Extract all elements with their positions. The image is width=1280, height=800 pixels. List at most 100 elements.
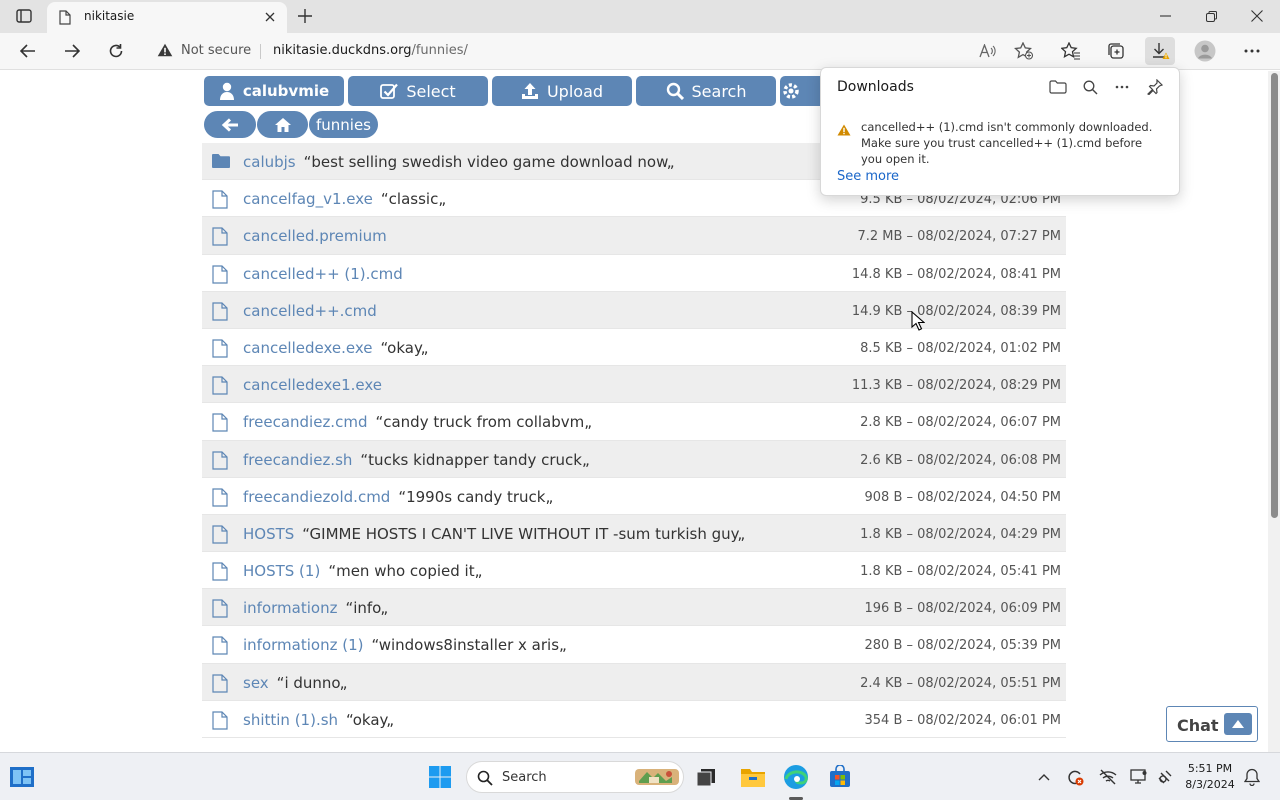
file-row[interactable]: shittin (1).sh “okay„ 354 B – 08/02/2024, …	[202, 701, 1066, 738]
file-name-wrap: HOSTS (1) “men who copied it„	[243, 562, 482, 580]
close-icon	[265, 12, 275, 22]
tray-app-button[interactable]	[1066, 768, 1084, 786]
file-row[interactable]: HOSTS (1) “men who copied it„ 1.8 KB – 08/…	[202, 552, 1066, 590]
file-name[interactable]: freecandiezold.cmd	[243, 488, 390, 506]
display-icon	[1130, 769, 1147, 784]
see-more-link[interactable]: See more	[837, 169, 899, 184]
chat-expand-button[interactable]	[1224, 713, 1252, 735]
network-button[interactable]	[1099, 768, 1117, 786]
search-button[interactable]: Search	[636, 76, 776, 106]
widgets-button[interactable]	[8, 763, 36, 791]
display-button[interactable]	[1130, 768, 1148, 786]
file-name[interactable]: cancelledexe.exe	[243, 339, 373, 357]
file-name[interactable]: cancelled++.cmd	[243, 302, 377, 320]
minimize-button[interactable]	[1142, 0, 1188, 32]
downloads-button[interactable]	[1145, 37, 1175, 65]
file-name[interactable]: HOSTS	[243, 525, 294, 543]
file-meta: 7.2 MB – 08/02/2024, 07:27 PM	[857, 229, 1061, 245]
new-tab-button[interactable]	[293, 5, 317, 27]
chat-widget[interactable]: Chat	[1166, 706, 1258, 742]
page-scrollbar[interactable]	[1268, 71, 1280, 752]
file-name[interactable]: cancelledexe1.exe	[243, 376, 382, 394]
profile-button[interactable]	[1190, 37, 1220, 65]
upload-button[interactable]: Upload	[492, 76, 632, 106]
breadcrumb-label: funnies	[315, 115, 371, 134]
close-window-button[interactable]	[1234, 0, 1280, 32]
file-name[interactable]: cancelfag_v1.exe	[243, 190, 373, 208]
file-icon-wrap	[212, 227, 228, 250]
file-row[interactable]: sex “i dunno„ 2.4 KB – 08/02/2024, 05:51 P…	[202, 663, 1066, 701]
store-button[interactable]	[826, 763, 854, 791]
file-name[interactable]: shittin (1).sh	[243, 711, 338, 729]
url-path: /funnies/	[411, 43, 468, 58]
task-view-button[interactable]	[692, 763, 720, 791]
back-button[interactable]	[13, 37, 43, 65]
file-row[interactable]: cancelledexe.exe “okay„ 8.5 KB – 08/02/202…	[202, 329, 1066, 367]
file-row[interactable]: freecandiezold.cmd “1990s candy truck„ 908…	[202, 478, 1066, 515]
file-row[interactable]: informationz (1) “windows8installer x ari…	[202, 626, 1066, 664]
forward-button[interactable]	[57, 37, 87, 65]
file-row[interactable]: freecandiez.cmd “candy truck from collabv…	[202, 403, 1066, 441]
search-icon	[666, 82, 684, 100]
breadcrumb-current[interactable]: funnies	[309, 111, 378, 138]
favorites-button[interactable]	[1056, 37, 1086, 65]
file-name[interactable]: informationz (1)	[243, 636, 363, 654]
file-row[interactable]: cancelled++ (1).cmd 14.8 KB – 08/02/2024,…	[202, 255, 1066, 292]
open-downloads-folder-button[interactable]	[1047, 77, 1069, 97]
file-meta: 280 B – 08/02/2024, 05:39 PM	[864, 638, 1061, 654]
taskbar: Search 5:51 PM 8/3/2024	[0, 752, 1280, 800]
edge-button[interactable]	[782, 763, 810, 791]
security-label[interactable]: Not secure	[181, 43, 251, 58]
settings-more-button[interactable]	[1237, 37, 1267, 65]
search-highlight-icon	[635, 769, 679, 785]
select-button[interactable]: Select	[348, 76, 488, 106]
file-name[interactable]: calubjs	[243, 153, 296, 171]
add-favorite-button[interactable]	[1009, 37, 1039, 65]
start-button[interactable]	[426, 763, 454, 791]
collections-button[interactable]	[1101, 37, 1131, 65]
taskbar-clock[interactable]: 5:51 PM 8/3/2024	[1182, 761, 1238, 793]
file-icon-wrap	[212, 376, 228, 399]
file-icon	[212, 413, 228, 432]
file-row[interactable]: HOSTS “GIMME HOSTS I CAN'T LIVE WITHOUT I…	[202, 514, 1066, 553]
file-icon-wrap	[212, 339, 228, 362]
browser-tab[interactable]: nikitasie	[47, 2, 287, 33]
scrollbar-thumb[interactable]	[1271, 73, 1278, 518]
tab-actions-button[interactable]	[8, 5, 40, 27]
file-name[interactable]: cancelled.premium	[243, 227, 387, 245]
file-row[interactable]: freecandiez.sh “tucks kidnapper tandy cru…	[202, 440, 1066, 478]
browser-toolbar: Not secure nikitasie.duckdns.org/funnies…	[0, 33, 1280, 70]
user-button[interactable]: calubvmie	[204, 76, 344, 106]
url-text[interactable]: nikitasie.duckdns.org/funnies/	[273, 43, 468, 58]
file-name[interactable]: HOSTS (1)	[243, 562, 320, 580]
file-name[interactable]: freecandiez.sh	[243, 451, 352, 469]
restore-button[interactable]	[1188, 0, 1234, 32]
file-row[interactable]: cancelledexe1.exe 11.3 KB – 08/02/2024, 0…	[202, 366, 1066, 404]
file-name[interactable]: informationz	[243, 599, 337, 617]
downloads-more-button[interactable]	[1111, 77, 1133, 97]
refresh-icon	[109, 44, 123, 58]
show-hidden-icons-button[interactable]	[1035, 768, 1053, 786]
tab-close-button[interactable]	[261, 8, 279, 26]
file-name[interactable]: cancelled++ (1).cmd	[243, 265, 403, 283]
file-name[interactable]: sex	[243, 674, 269, 692]
taskbar-search[interactable]: Search	[466, 761, 684, 793]
file-comment: “windows8installer x aris„	[371, 636, 567, 655]
breadcrumb-home-button[interactable]	[257, 111, 308, 138]
file-name[interactable]: freecandiez.cmd	[243, 413, 367, 431]
breadcrumb-back-button[interactable]	[204, 111, 256, 138]
refresh-button[interactable]	[101, 37, 131, 65]
file-row[interactable]: cancelled.premium 7.2 MB – 08/02/2024, 07…	[202, 217, 1066, 255]
search-downloads-button[interactable]	[1079, 77, 1101, 97]
file-explorer-button[interactable]	[739, 763, 767, 791]
file-row[interactable]: informationz “info„ 196 B – 08/02/2024, 06…	[202, 589, 1066, 627]
pin-downloads-button[interactable]	[1144, 77, 1166, 97]
address-bar[interactable]: Not secure nikitasie.duckdns.org/funnies…	[143, 37, 1041, 65]
sync-error-icon	[1068, 770, 1084, 786]
notifications-button[interactable]	[1243, 768, 1261, 786]
read-aloud-button[interactable]	[973, 37, 1003, 65]
folder-icon	[741, 769, 765, 787]
accessibility-button[interactable]	[1156, 768, 1174, 786]
file-row[interactable]: cancelled++.cmd 14.9 KB – 08/02/2024, 08:…	[202, 291, 1066, 329]
arrow-left-icon	[20, 44, 35, 58]
